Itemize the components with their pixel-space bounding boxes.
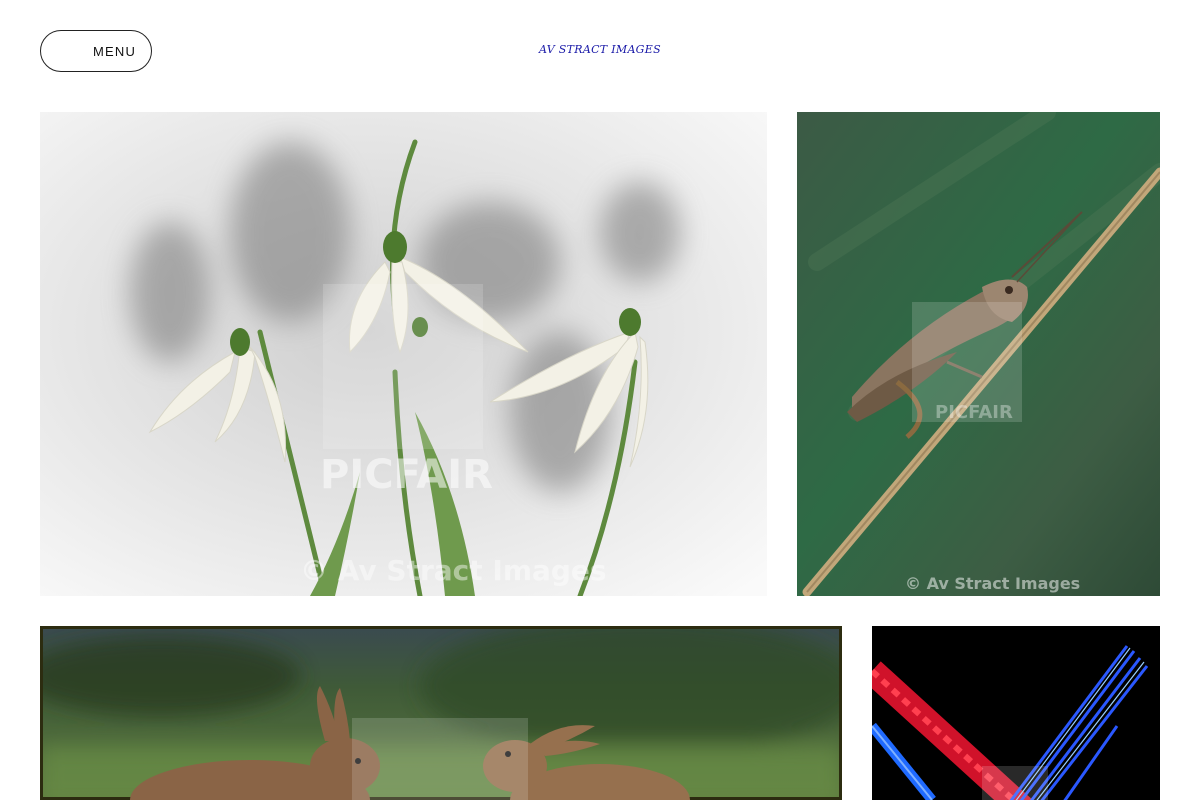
- menu-label: MENU: [93, 43, 137, 59]
- gallery-image-light-trails[interactable]: [872, 626, 1160, 800]
- gallery-image-hares[interactable]: [40, 626, 842, 800]
- light-trails-photo: [872, 626, 1160, 800]
- grasshopper-photo: [797, 112, 1160, 596]
- gallery-image-grasshopper[interactable]: PICFAIR © Av Stract Images: [797, 112, 1160, 596]
- gallery-image-snowdrops[interactable]: PICFAIR © Av Stract Images: [40, 112, 767, 596]
- snowdrops-photo: [40, 112, 767, 596]
- site-title[interactable]: AV STRACT IMAGES: [450, 43, 750, 56]
- hares-photo: [40, 626, 842, 800]
- menu-button[interactable]: MENU: [40, 30, 152, 72]
